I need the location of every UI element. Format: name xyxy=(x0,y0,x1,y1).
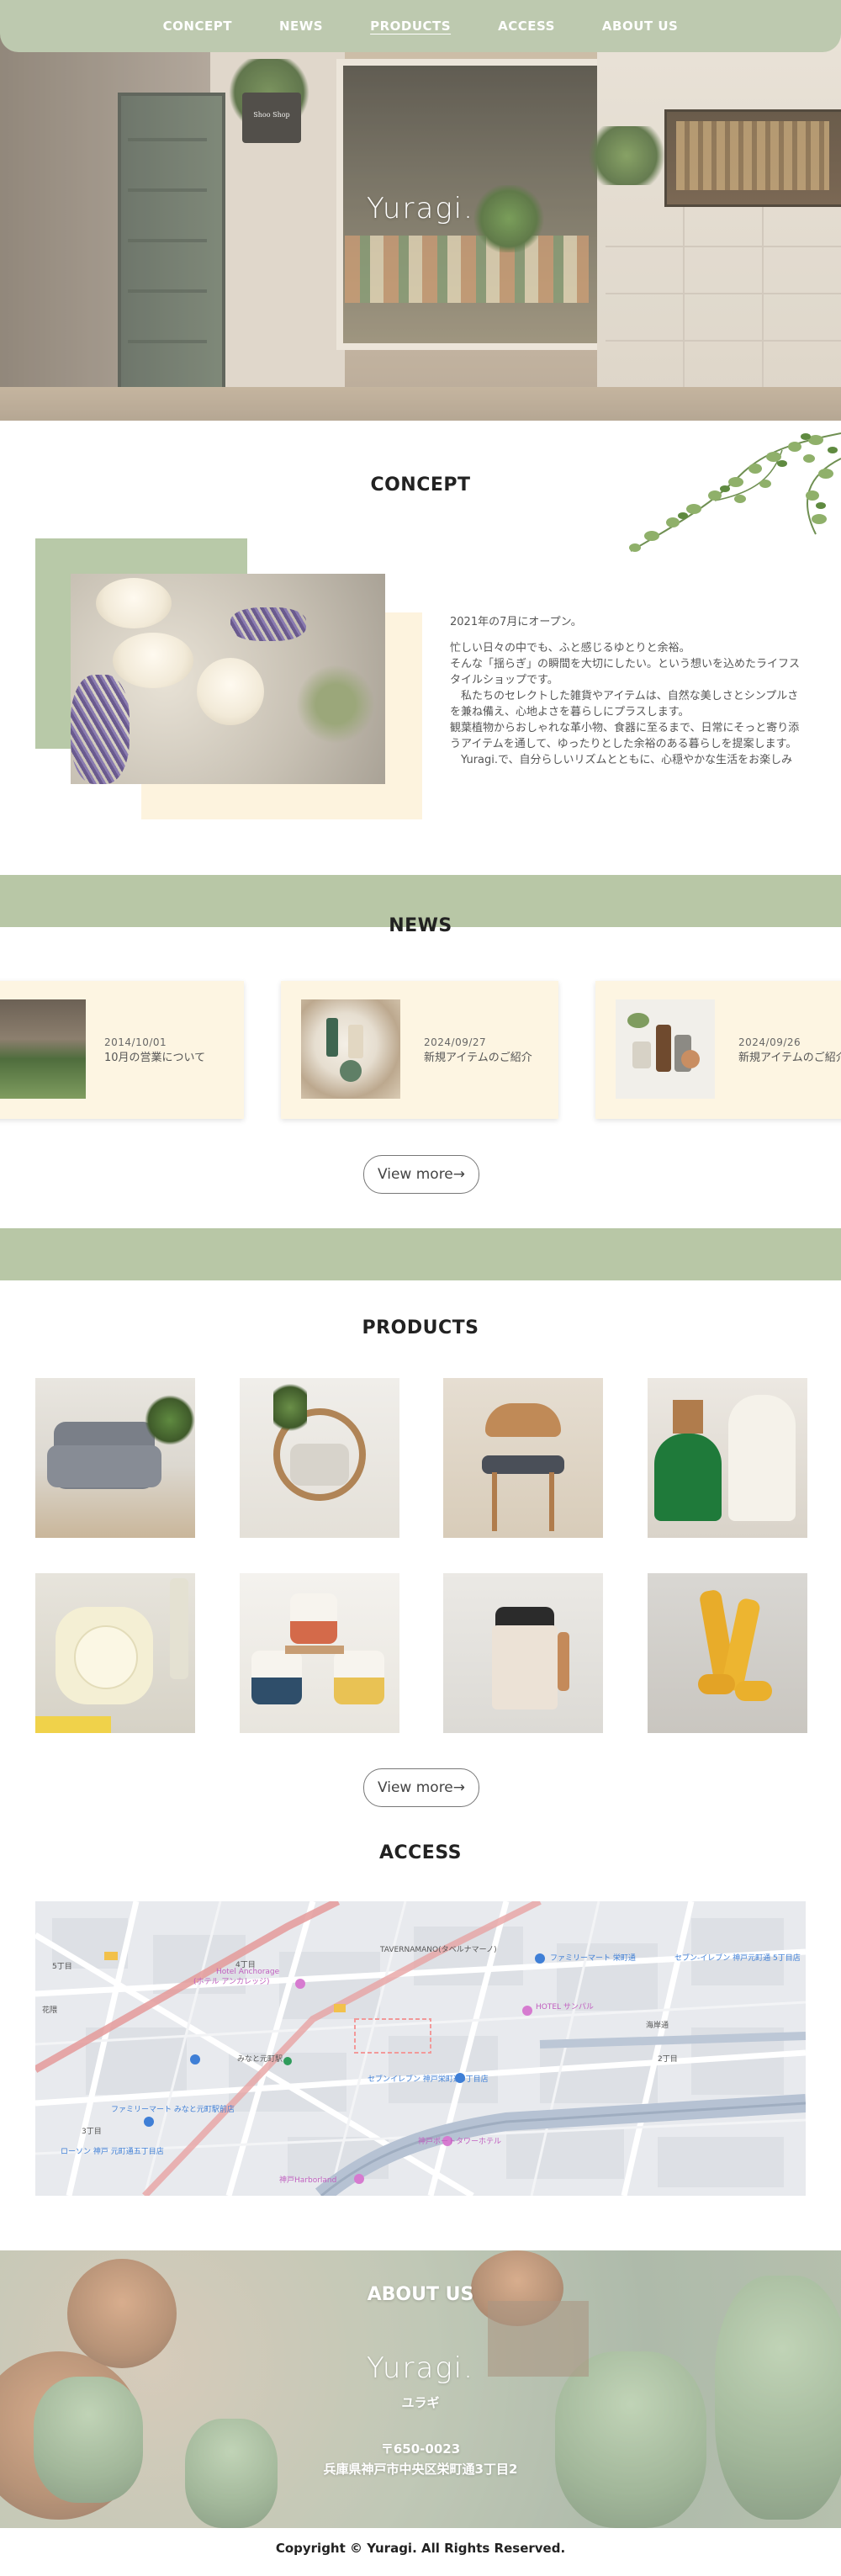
concept-paragraph: Yuragi.で、自分らしいリズムとともに、心穏やかな生活をお楽しみ xyxy=(450,754,793,766)
map-label: 神戸Harborland xyxy=(279,2175,336,2185)
product-sofa[interactable] xyxy=(35,1378,195,1538)
news-card[interactable]: 2014/10/01 10月の営業について xyxy=(0,981,244,1119)
access-title: ACCESS xyxy=(378,1842,463,1863)
product-rattan-chair[interactable] xyxy=(240,1378,399,1538)
about-address: 兵庫県神戸市中央区栄町通3丁目2 xyxy=(323,2462,518,2477)
about-title: ABOUT US xyxy=(367,2284,474,2305)
map-graphic: TAVERNAMANO(タベルナマーノ) Hotel Anchorage (ホテ… xyxy=(35,1901,806,2196)
news-date: 2024/09/27 xyxy=(424,1036,487,1048)
news-thumbnail xyxy=(301,999,400,1099)
map-label: 5丁目 xyxy=(52,1962,72,1971)
nav-access[interactable]: ACCESS xyxy=(498,19,555,34)
news-thumbnail xyxy=(616,999,715,1099)
nav-products[interactable]: PRODUCTS xyxy=(370,19,451,34)
nav-concept[interactable]: CONCEPT xyxy=(163,19,232,34)
products-band xyxy=(0,1228,841,1280)
lavender-image xyxy=(230,607,306,641)
leaves-image xyxy=(289,658,382,750)
products-title: PRODUCTS xyxy=(362,1317,479,1338)
news-text: 10月の営業について xyxy=(104,1052,206,1064)
concept-paragraph: 観葉植物からおしゃれな革小物、食器に至るまで、日常にそっと寄り添うアイテムを通し… xyxy=(450,722,800,750)
map-label: HOTEL サンパル xyxy=(536,2002,594,2012)
news-date: 2024/09/26 xyxy=(738,1036,801,1048)
about-logo: Yuragi. xyxy=(367,2351,474,2385)
concept-paragraph: そんな「揺らぎ」の瞬間を大切にしたい。という想いを込めたライフスタイルショップで… xyxy=(450,658,801,686)
map-label: 神戸ポートタワーホテル xyxy=(418,2136,501,2146)
map-label: 花隈 xyxy=(42,2005,57,2015)
product-wood-chair[interactable] xyxy=(443,1378,603,1538)
product-kettle[interactable] xyxy=(443,1573,603,1733)
nav-news[interactable]: NEWS xyxy=(279,19,323,34)
news-text: 新規アイテムのご紹介 xyxy=(738,1052,841,1064)
map-label: 海岸通 xyxy=(646,2020,669,2030)
hero: Shoo Shop Yuragi. xyxy=(0,34,841,421)
product-storage-cabinet[interactable] xyxy=(648,1378,807,1538)
hero-logo: Yuragi. xyxy=(367,192,474,225)
map-label: セブン-イレブン 神戸元町通 5丁目店 xyxy=(674,1953,801,1963)
news-meta: 2024/09/26 新規アイテムのご紹介 xyxy=(738,1036,841,1064)
news-card[interactable]: 2024/09/27 新規アイテムのご紹介 xyxy=(281,981,558,1119)
concept-text: 2021年の7月にオープン。 忙しい日々の中でも、ふと感じるゆとりと余裕。 そん… xyxy=(450,614,803,768)
map-label: (ホテル アンカレッジ) xyxy=(193,1977,270,1986)
map-label: 4丁目 xyxy=(235,1960,256,1969)
concept-paragraph: 私たちのセレクトした雑貨やアイテムは、自然な美しさとシンプルさを兼ね備え、心地よ… xyxy=(450,690,799,718)
map-label: TAVERNAMANO(タベルナマーノ) xyxy=(379,1945,497,1954)
news-text: 新規アイテムのご紹介 xyxy=(424,1052,532,1064)
products-view-more-button[interactable]: View more→ xyxy=(363,1768,479,1807)
news-meta: 2024/09/27 新規アイテムのご紹介 xyxy=(424,1036,532,1064)
concept-candle-photo xyxy=(71,574,385,784)
map-label: みなと元町駅 xyxy=(237,2054,283,2064)
top-nav: CONCEPT NEWS PRODUCTS ACCESS ABOUT US xyxy=(0,0,841,52)
lavender-image xyxy=(71,675,130,784)
candle-image xyxy=(197,658,264,725)
product-socks[interactable] xyxy=(648,1573,807,1733)
hero-overlay xyxy=(0,34,841,421)
news-card[interactable]: 2024/09/26 新規アイテムのご紹介 xyxy=(595,981,841,1119)
news-meta: 2014/10/01 10月の営業について xyxy=(104,1036,205,1064)
copyright: Copyright © Yuragi. All Rights Reserved. xyxy=(275,2541,566,2556)
concept-paragraph: 2021年の7月にオープン。 xyxy=(450,616,582,628)
news-view-more-button[interactable]: View more→ xyxy=(363,1155,479,1194)
about-zip: 〒650-0023 xyxy=(380,2441,461,2457)
access-map[interactable]: TAVERNAMANO(タベルナマーノ) Hotel Anchorage (ホテ… xyxy=(35,1901,806,2196)
news-date: 2014/10/01 xyxy=(104,1036,167,1048)
map-label: 3丁目 xyxy=(82,2127,102,2136)
candle-image xyxy=(113,633,193,688)
concept-paragraph: 忙しい日々の中でも、ふと感じるゆとりと余裕。 xyxy=(450,642,690,655)
news-thumbnail xyxy=(0,999,86,1099)
map-label: ファミリーマート みなと元町駅前店 xyxy=(111,2104,235,2114)
nav-about-us[interactable]: ABOUT US xyxy=(602,19,678,34)
about-section: ABOUT US Yuragi. ユラギ 〒650-0023 兵庫県神戸市中央区… xyxy=(0,2250,841,2528)
product-mugs[interactable] xyxy=(240,1573,399,1733)
news-title: NEWS xyxy=(389,915,452,936)
map-label: ローソン 神戸 元町通五丁目店 xyxy=(61,2146,164,2156)
map-label: ファミリーマート 栄町通 xyxy=(550,1953,636,1963)
concept-title: CONCEPT xyxy=(370,474,471,496)
map-label: セブンイレブン 神戸栄町通3丁目店 xyxy=(368,2074,489,2084)
about-kana: ユラギ xyxy=(401,2395,440,2410)
candle-image xyxy=(96,578,172,628)
product-clock[interactable] xyxy=(35,1573,195,1733)
map-label: 2丁目 xyxy=(658,2054,678,2064)
